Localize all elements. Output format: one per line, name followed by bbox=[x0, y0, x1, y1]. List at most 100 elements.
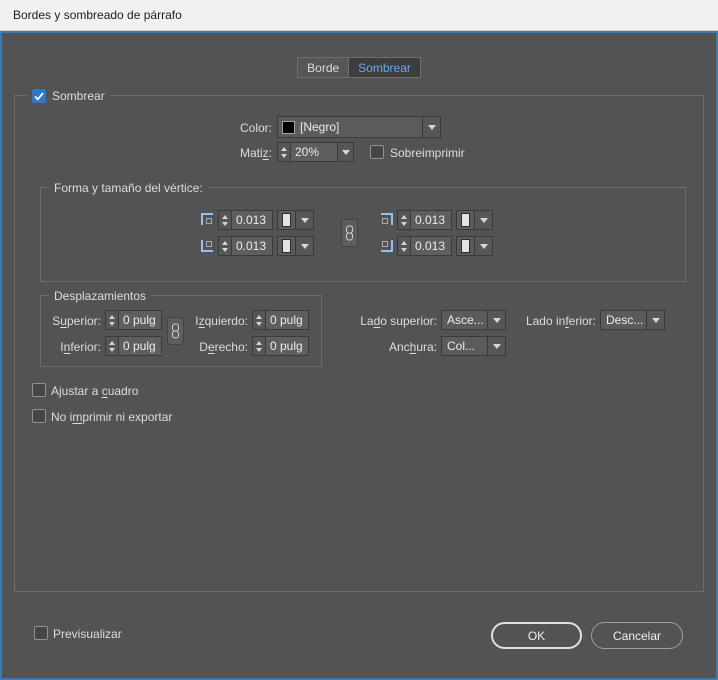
corner-bottom-right-stepper: 0.013 bbox=[397, 236, 452, 256]
corner-bottom-left-spinner bbox=[218, 236, 232, 256]
spin-down-icon[interactable] bbox=[401, 248, 407, 252]
color-label: Color: bbox=[160, 121, 272, 136]
offset-right-value[interactable]: 0 pulg bbox=[265, 336, 309, 356]
corner-top-left-shape-dropdown[interactable] bbox=[277, 210, 314, 230]
ok-button[interactable]: OK bbox=[491, 622, 582, 649]
offset-top-value[interactable]: 0 pulg bbox=[118, 310, 162, 330]
offset-right-stepper: 0 pulg bbox=[252, 336, 309, 356]
offsets-link-button[interactable] bbox=[167, 317, 184, 345]
check-icon bbox=[34, 92, 44, 101]
chevron-down-icon bbox=[301, 244, 309, 249]
top-edge-dropdown-button[interactable] bbox=[487, 311, 505, 329]
corner-bottom-right-shape-dropdown[interactable] bbox=[456, 236, 493, 256]
corner-bottom-right-spinner bbox=[397, 236, 411, 256]
corner-shape-swatch bbox=[282, 213, 291, 227]
tint-dropdown-button[interactable] bbox=[337, 142, 354, 162]
offsets-group-legend: Desplazamientos bbox=[49, 288, 151, 304]
offset-top-stepper: 0 pulg bbox=[105, 310, 162, 330]
corner-shape-dropdown-button[interactable] bbox=[295, 237, 313, 255]
spin-up-icon[interactable] bbox=[222, 241, 228, 245]
spin-down-icon[interactable] bbox=[222, 248, 228, 252]
tint-value-field[interactable]: 20% bbox=[290, 142, 338, 162]
corner-group: Forma y tamaño del vértice: bbox=[40, 187, 686, 282]
spin-down-icon[interactable] bbox=[401, 222, 407, 226]
clip-to-frame-label[interactable]: Ajustar a cuadro bbox=[51, 384, 138, 399]
spin-up-icon[interactable] bbox=[281, 147, 287, 151]
shading-enable-label[interactable]: Sombrear bbox=[52, 89, 105, 104]
corner-top-right-value[interactable]: 0.013 bbox=[410, 210, 452, 230]
offsets-group-title: Desplazamientos bbox=[54, 289, 146, 304]
color-dropdown-button[interactable] bbox=[422, 117, 440, 137]
spin-up-icon[interactable] bbox=[401, 241, 407, 245]
spin-up-icon[interactable] bbox=[222, 215, 228, 219]
cancel-button[interactable]: Cancelar bbox=[591, 622, 683, 649]
shading-enable-row: Sombrear bbox=[27, 88, 110, 104]
corner-top-left-value[interactable]: 0.013 bbox=[231, 210, 273, 230]
corner-top-left-icon bbox=[201, 213, 214, 226]
spin-up-icon[interactable] bbox=[256, 315, 262, 319]
top-edge-value: Asce... bbox=[442, 311, 487, 329]
bottom-edge-dropdown[interactable]: Desc... bbox=[600, 310, 665, 330]
spin-down-icon[interactable] bbox=[281, 154, 287, 158]
corner-top-right-stepper: 0.013 bbox=[397, 210, 452, 230]
spin-down-icon[interactable] bbox=[222, 222, 228, 226]
spin-down-icon[interactable] bbox=[256, 322, 262, 326]
chevron-down-icon bbox=[428, 125, 436, 130]
corner-group-title: Forma y tamaño del vértice: bbox=[54, 181, 203, 196]
corner-shape-swatch bbox=[461, 213, 470, 227]
tab-sombrear[interactable]: Sombrear bbox=[349, 57, 421, 78]
corner-shape-dropdown-button[interactable] bbox=[474, 237, 492, 255]
preview-checkbox[interactable] bbox=[34, 626, 48, 640]
dialog-window: Bordes y sombreado de párrafo Borde Somb… bbox=[0, 0, 718, 680]
corner-bottom-left-shape-dropdown[interactable] bbox=[277, 236, 314, 256]
top-edge-dropdown[interactable]: Asce... bbox=[441, 310, 506, 330]
offset-bottom-spinner bbox=[105, 336, 119, 356]
spin-up-icon[interactable] bbox=[256, 341, 262, 345]
corner-group-legend: Forma y tamaño del vértice: bbox=[49, 180, 208, 196]
corner-top-right-shape-dropdown[interactable] bbox=[456, 210, 493, 230]
shading-enable-checkbox[interactable] bbox=[32, 89, 46, 103]
spin-up-icon[interactable] bbox=[109, 315, 115, 319]
top-edge-label: Lado superior: bbox=[338, 314, 437, 329]
bottom-edge-dropdown-button[interactable] bbox=[646, 311, 664, 329]
clip-to-frame-checkbox[interactable] bbox=[32, 383, 46, 397]
offset-bottom-value[interactable]: 0 pulg bbox=[118, 336, 162, 356]
corner-shape-dropdown-button[interactable] bbox=[474, 211, 492, 229]
corner-bottom-left-stepper: 0.013 bbox=[218, 236, 273, 256]
spin-down-icon[interactable] bbox=[256, 348, 262, 352]
overprint-checkbox[interactable] bbox=[370, 145, 384, 159]
corner-bottom-right-icon bbox=[380, 239, 393, 252]
spin-down-icon[interactable] bbox=[109, 322, 115, 326]
offset-right-label: Derecho: bbox=[184, 340, 248, 355]
spin-up-icon[interactable] bbox=[109, 341, 115, 345]
corner-bottom-left-value[interactable]: 0.013 bbox=[231, 236, 273, 256]
spin-up-icon[interactable] bbox=[401, 215, 407, 219]
width-dropdown[interactable]: Col... bbox=[441, 336, 506, 356]
spin-down-icon[interactable] bbox=[109, 348, 115, 352]
corner-bottom-right-value[interactable]: 0.013 bbox=[410, 236, 452, 256]
chevron-down-icon bbox=[301, 218, 309, 223]
offset-left-spinner bbox=[252, 310, 266, 330]
chevron-down-icon bbox=[480, 244, 488, 249]
chevron-down-icon bbox=[493, 318, 501, 323]
color-dropdown[interactable]: [Negro] bbox=[277, 116, 441, 138]
corner-shape-swatch bbox=[282, 239, 291, 253]
corner-bottom-left-icon bbox=[201, 239, 214, 252]
titlebar[interactable]: Bordes y sombreado de párrafo bbox=[0, 0, 718, 31]
corner-shape-dropdown-button[interactable] bbox=[295, 211, 313, 229]
corner-link-button[interactable] bbox=[341, 219, 358, 247]
offset-bottom-label: Inferior: bbox=[42, 340, 101, 355]
no-print-label[interactable]: No imprimir ni exportar bbox=[51, 410, 172, 425]
preview-label[interactable]: Previsualizar bbox=[53, 627, 122, 642]
tint-spinner bbox=[277, 142, 291, 162]
overprint-label[interactable]: Sobreimprimir bbox=[390, 146, 465, 161]
window-title: Bordes y sombreado de párrafo bbox=[13, 8, 182, 22]
tab-borde[interactable]: Borde bbox=[297, 57, 349, 78]
chevron-down-icon bbox=[652, 318, 660, 323]
corner-top-right-spinner bbox=[397, 210, 411, 230]
width-dropdown-button[interactable] bbox=[487, 337, 505, 355]
offset-left-value[interactable]: 0 pulg bbox=[265, 310, 309, 330]
bottom-edge-label: Lado inferior: bbox=[505, 314, 596, 329]
chevron-down-icon bbox=[480, 218, 488, 223]
no-print-checkbox[interactable] bbox=[32, 409, 46, 423]
